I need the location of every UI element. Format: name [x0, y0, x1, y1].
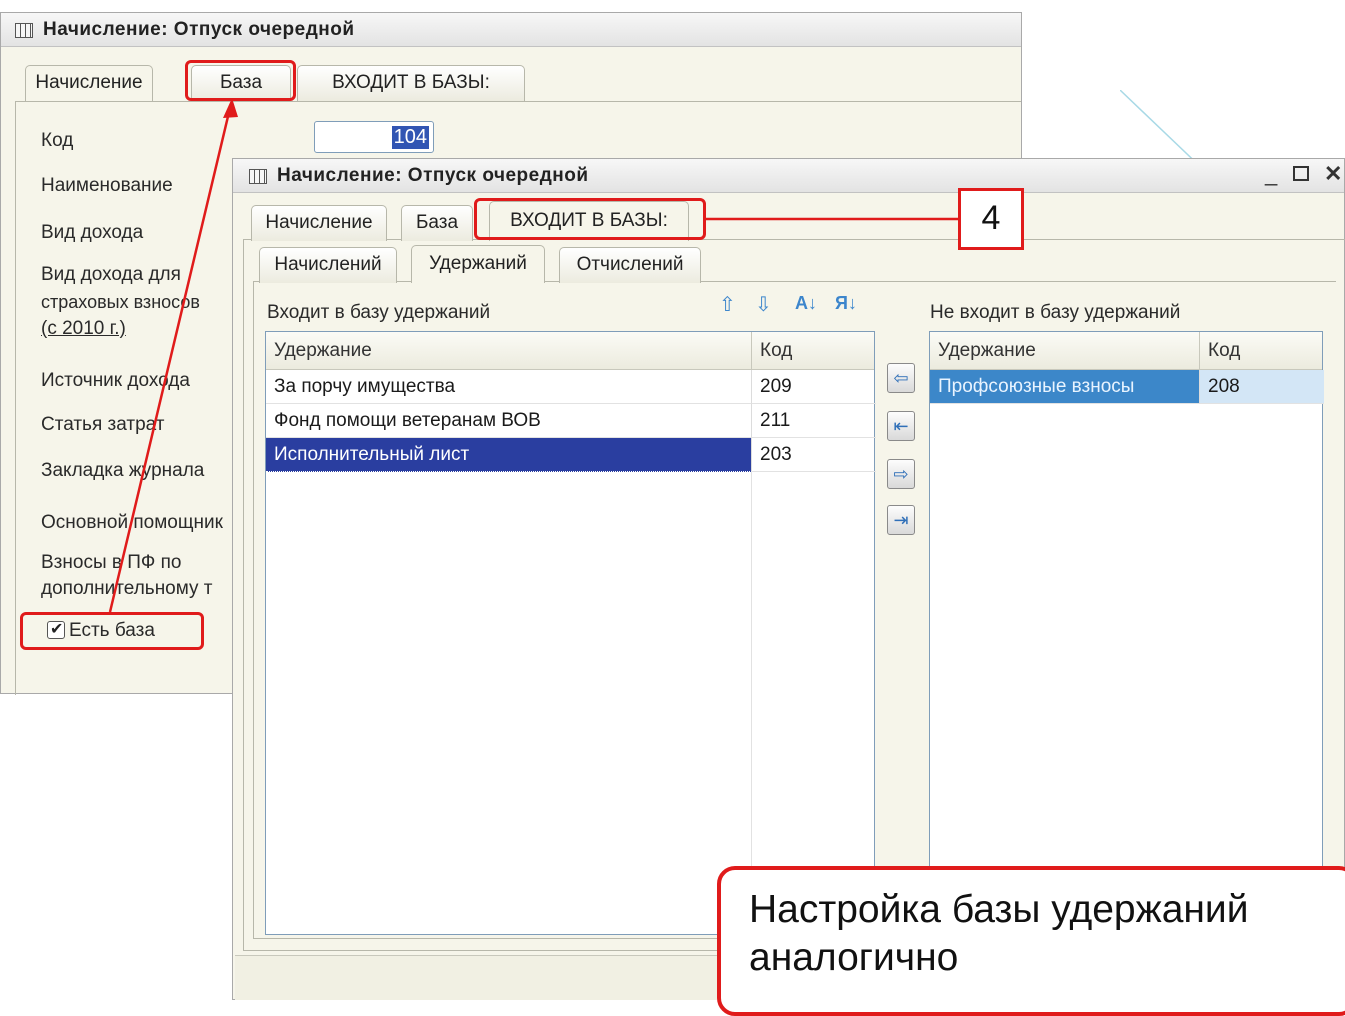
- annotation-lines: [108, 98, 960, 613]
- note-text: Настройка базы удержаний аналогично: [749, 888, 1249, 979]
- step-number-box: 4: [958, 188, 1024, 250]
- note-callout: Настройка базы удержаний аналогично: [717, 866, 1345, 1016]
- step-number: 4: [981, 199, 1001, 237]
